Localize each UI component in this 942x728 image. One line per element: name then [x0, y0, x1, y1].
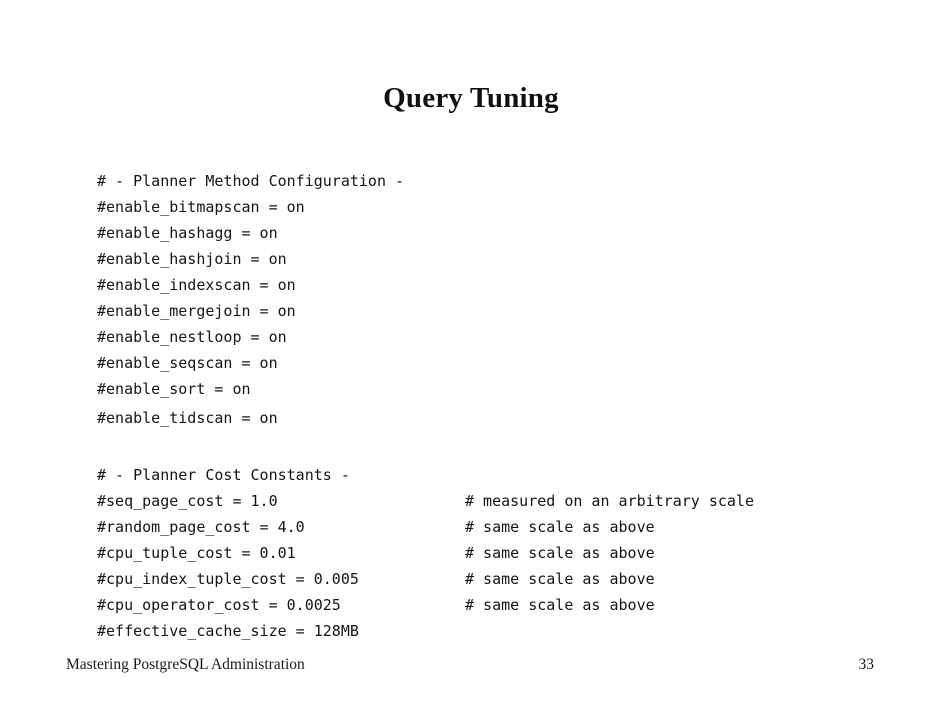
config-comment: # same scale as above: [465, 544, 655, 562]
config-setting: #random_page_cost = 4.0: [97, 518, 305, 536]
footer-book-title: Mastering PostgreSQL Administration: [66, 656, 305, 673]
config-line-enable-sort: #enable_sort = on: [97, 380, 251, 398]
config-setting: #cpu_tuple_cost = 0.01: [97, 544, 296, 562]
config-line-enable-mergejoin: #enable_mergejoin = on: [97, 302, 296, 320]
config-setting: #cpu_index_tuple_cost = 0.005: [97, 570, 359, 588]
config-line-enable-tidscan: #enable_tidscan = on: [97, 409, 278, 427]
config-line-enable-nestloop: #enable_nestloop = on: [97, 328, 287, 346]
config-line-enable-indexscan: #enable_indexscan = on: [97, 276, 296, 294]
config-line-enable-hashagg: #enable_hashagg = on: [97, 224, 278, 242]
section-header-planner-cost: # - Planner Cost Constants -: [97, 466, 350, 484]
config-setting: #seq_page_cost = 1.0: [97, 492, 278, 510]
config-comment: # same scale as above: [465, 596, 655, 614]
footer-page-number: 33: [858, 656, 875, 673]
config-comment: # same scale as above: [465, 570, 655, 588]
config-comment: # same scale as above: [465, 518, 655, 536]
config-comment: # measured on an arbitrary scale: [465, 492, 754, 510]
config-line-enable-bitmapscan: #enable_bitmapscan = on: [97, 198, 305, 216]
config-line-enable-hashjoin: #enable_hashjoin = on: [97, 250, 287, 268]
config-setting: #effective_cache_size = 128MB: [97, 622, 359, 640]
config-setting: #cpu_operator_cost = 0.0025: [97, 596, 341, 614]
section-header-planner-method: # - Planner Method Configuration -: [97, 172, 405, 190]
slide-title: Query Tuning: [383, 82, 559, 114]
config-line-enable-seqscan: #enable_seqscan = on: [97, 354, 278, 372]
